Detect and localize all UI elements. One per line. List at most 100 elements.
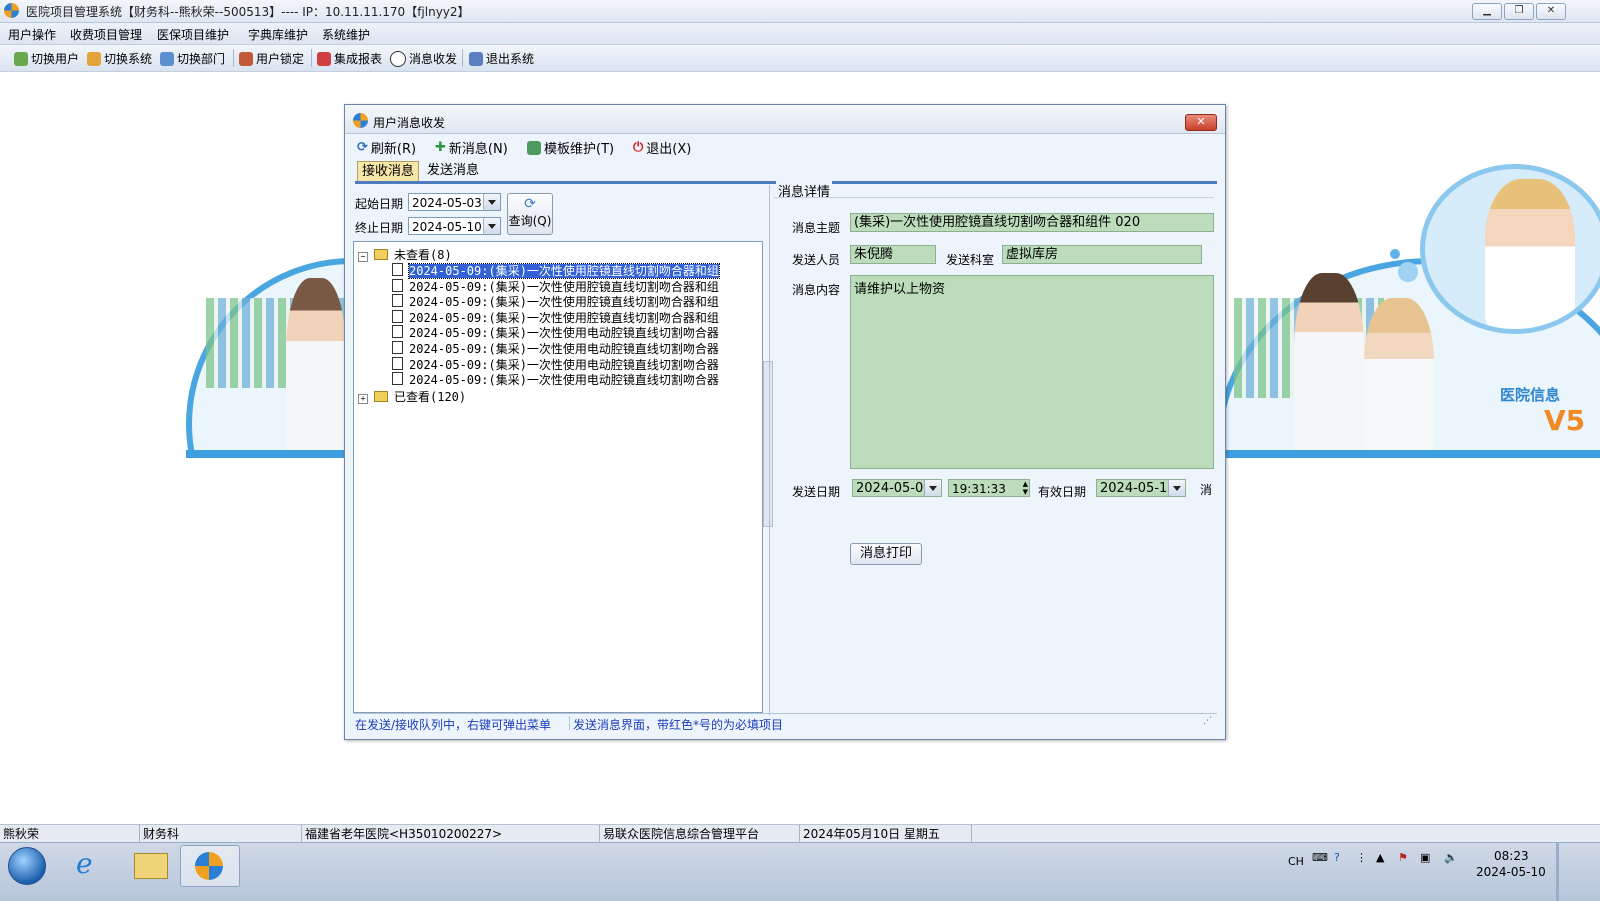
tree-read-node[interactable]: + 已查看(120)	[358, 388, 466, 405]
message-item[interactable]: 2024-05-09:(集采)一次性使用电动腔镜直线切割吻合器	[392, 356, 719, 373]
switch-user-button[interactable]: 切换用户	[14, 50, 79, 67]
dialog-exit-button[interactable]: ⏻ 退出(X)	[633, 138, 691, 157]
doctor-portrait	[1420, 164, 1600, 334]
his-app-icon	[195, 852, 223, 880]
tab-receive[interactable]: 接收消息	[357, 161, 420, 182]
dialog-close-button[interactable]: ✕	[1185, 114, 1217, 131]
flag-icon[interactable]: ⚑	[1398, 851, 1408, 864]
query-refresh-icon: ⟳	[524, 196, 536, 212]
volume-icon[interactable]: 🔈	[1444, 851, 1458, 864]
send-time-value: 19:31:33	[952, 482, 1006, 496]
dept-field[interactable]: 虚拟库房	[1002, 245, 1202, 264]
send-time-spinner[interactable]: 19:31:33 ▲ ▼	[948, 479, 1030, 497]
dept-icon	[160, 51, 174, 66]
network-icon[interactable]: ▣	[1420, 851, 1430, 864]
status-divider	[569, 716, 570, 730]
content-textarea[interactable]: 请维护以上物资	[850, 275, 1214, 469]
sender-field[interactable]: 朱倪腾	[850, 245, 936, 264]
switch-system-label: 切换系统	[104, 52, 153, 66]
reports-button[interactable]: 集成报表	[317, 50, 382, 67]
message-item[interactable]: 2024-05-09:(集采)一次性使用腔镜直线切割吻合器和组	[392, 262, 720, 279]
clock-date[interactable]: 2024-05-10	[1476, 865, 1546, 879]
menu-fee-items[interactable]: 收费项目管理	[70, 26, 142, 43]
exit-system-button[interactable]: 退出系统	[469, 50, 534, 67]
keyboard-icon[interactable]: ⌨	[1312, 851, 1328, 864]
sender-label: 发送人员	[792, 253, 841, 267]
status-platform: 易联众医院信息综合管理平台	[600, 825, 800, 843]
switch-system-button[interactable]: 切换系统	[87, 50, 152, 67]
resize-grip-icon[interactable]: ⋰	[1203, 716, 1212, 726]
message-item[interactable]: 2024-05-09:(集采)一次性使用腔镜直线切割吻合器和组	[392, 293, 719, 310]
collapse-icon[interactable]: −	[358, 252, 368, 262]
users-icon	[14, 51, 28, 66]
new-message-label: 新消息(N)	[448, 142, 508, 157]
menu-system[interactable]: 系统维护	[322, 26, 370, 43]
show-desktop-button[interactable]	[1556, 843, 1559, 901]
dialog-toolbar: ⟳ 刷新(R) ✚ 新消息(N) 模板维护(T) ⏻ 退出(X)	[345, 135, 1225, 157]
message-item-label: 2024-05-09:(集采)一次性使用电动腔镜直线切割吻合器	[409, 357, 719, 372]
query-button[interactable]: ⟳ 查询(Q)	[507, 193, 553, 235]
dialog-exit-label: 退出(X)	[646, 142, 692, 157]
tree-unread-node[interactable]: − 未查看(8)	[358, 246, 452, 263]
messages-button[interactable]: 消息收发	[390, 50, 457, 67]
message-item[interactable]: 2024-05-09:(集采)一次性使用腔镜直线切割吻合器和组	[392, 278, 719, 295]
taskbar: e CH ⌨ ? ⋮ ▲ ⚑ ▣ 🔈 08:23 2024-05-10	[0, 842, 1600, 901]
start-date-dropdown-icon[interactable]	[483, 194, 500, 210]
refresh-button[interactable]: ⟳ 刷新(R)	[357, 138, 416, 157]
subject-field[interactable]: (集采)一次性使用腔镜直线切割吻合器和组件 020	[850, 213, 1214, 232]
toolbar-separator	[311, 49, 312, 67]
switch-dept-label: 切换部门	[177, 52, 226, 66]
start-date-picker[interactable]: 2024-05-03	[408, 193, 501, 211]
template-label: 模板维护(T)	[544, 142, 615, 157]
menu-user-ops[interactable]: 用户操作	[8, 26, 56, 43]
his-taskbar-button[interactable]	[180, 845, 240, 887]
end-date-picker[interactable]: 2024-05-10	[408, 217, 501, 235]
valid-date-dropdown-icon[interactable]	[1168, 480, 1185, 496]
message-tree[interactable]: − 未查看(8) 2024-05-09:(集采)一次性使用腔镜直线切割吻合器和组 2…	[353, 241, 763, 713]
menu-dictionary[interactable]: 字典库维护	[248, 26, 308, 43]
new-message-button[interactable]: ✚ 新消息(N)	[435, 138, 508, 157]
print-message-button[interactable]: 消息打印	[850, 543, 922, 565]
end-date-dropdown-icon[interactable]	[483, 218, 500, 234]
message-item[interactable]: 2024-05-09:(集采)一次性使用电动腔镜直线切割吻合器	[392, 324, 719, 341]
dept-label: 发送科室	[946, 253, 995, 267]
close-window-button[interactable]: ✕	[1536, 3, 1566, 20]
send-date-dropdown-icon[interactable]	[924, 480, 941, 496]
switch-user-label: 切换用户	[31, 52, 80, 66]
explorer-taskbar-button[interactable]	[122, 845, 180, 885]
refresh-label: 刷新(R)	[370, 142, 417, 157]
status-user: 熊秋荣	[0, 825, 140, 843]
menu-insurance-items[interactable]: 医保项目维护	[157, 26, 229, 43]
ime-options-icon[interactable]: ⋮	[1356, 851, 1367, 864]
decor-dot	[1390, 249, 1400, 259]
switch-dept-button[interactable]: 切换部门	[160, 50, 225, 67]
start-button[interactable]	[8, 847, 46, 885]
show-hidden-icons[interactable]: ▲	[1376, 851, 1384, 864]
message-item[interactable]: 2024-05-09:(集采)一次性使用电动腔镜直线切割吻合器	[392, 371, 719, 388]
valid-date-picker[interactable]: 2024-05-16	[1096, 479, 1186, 497]
content-label: 消息内容	[792, 283, 841, 297]
restore-button[interactable]: ❐	[1504, 3, 1534, 20]
spinner-arrows-icon[interactable]: ▲ ▼	[1023, 480, 1028, 496]
clock-time[interactable]: 08:23	[1494, 849, 1529, 863]
banner-text: 医院信息	[1500, 386, 1561, 404]
tab-send[interactable]: 发送消息	[423, 161, 483, 181]
expand-icon[interactable]: +	[358, 394, 368, 404]
help-icon[interactable]: ?	[1334, 851, 1340, 864]
lock-user-button[interactable]: 用户锁定	[239, 50, 304, 67]
send-date-picker[interactable]: 2024-05-09	[852, 479, 942, 497]
template-button[interactable]: 模板维护(T)	[527, 138, 614, 157]
message-dialog: 用户消息收发 ✕ ⟳ 刷新(R) ✚ 新消息(N) 模板维护(T) ⏻ 退出(X…	[344, 104, 1226, 740]
message-item[interactable]: 2024-05-09:(集采)一次性使用电动腔镜直线切割吻合器	[392, 340, 719, 357]
minimize-button[interactable]: ▁	[1472, 3, 1502, 20]
ie-taskbar-button[interactable]: e	[62, 845, 120, 885]
send-date-label: 发送日期	[792, 485, 841, 499]
status-hint-left: 在发送/接收队列中，右键可弹出菜单	[355, 718, 552, 732]
document-icon	[392, 372, 403, 386]
message-item-label: 2024-05-09:(集采)一次性使用电动腔镜直线切割吻合器	[409, 326, 719, 341]
exit-icon	[469, 51, 483, 66]
query-label: 查询(Q)	[508, 214, 552, 228]
message-item-label: 2024-05-09:(集采)一次性使用腔镜直线切割吻合器和组	[409, 310, 719, 325]
language-indicator[interactable]: CH	[1288, 855, 1304, 868]
message-item[interactable]: 2024-05-09:(集采)一次性使用腔镜直线切割吻合器和组	[392, 309, 719, 326]
